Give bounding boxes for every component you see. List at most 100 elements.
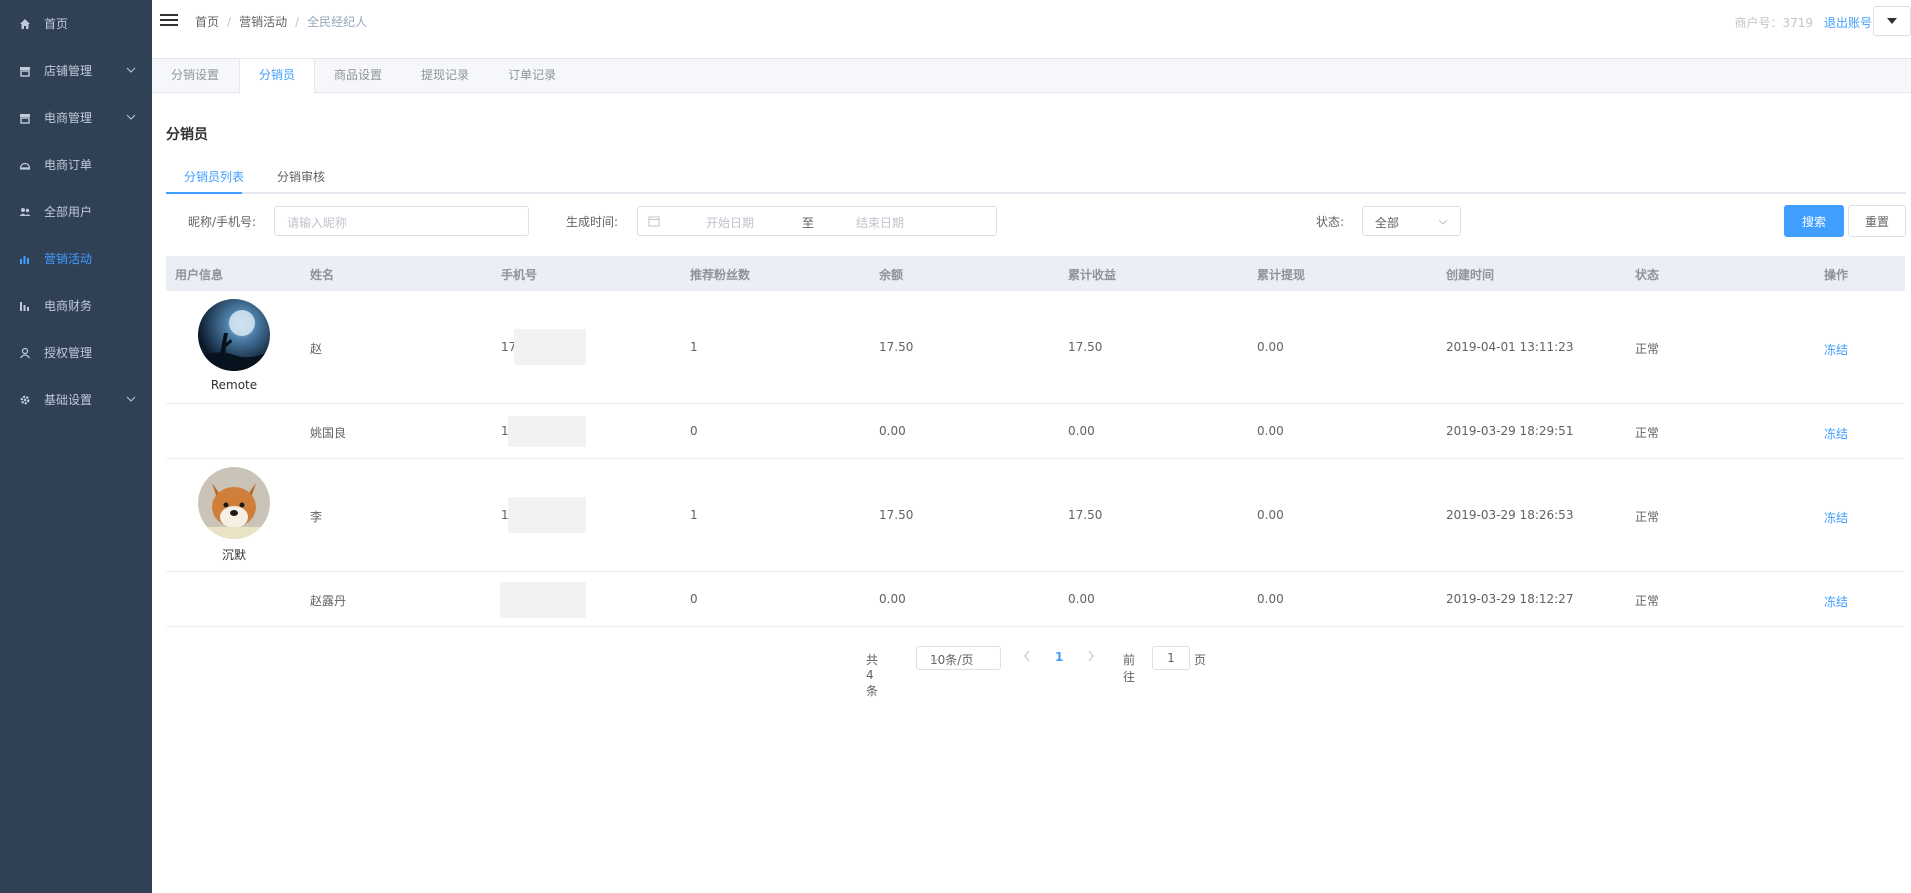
- user-name: 赵: [310, 342, 323, 356]
- goto-page-input[interactable]: 1: [1152, 646, 1190, 670]
- chevron-left-icon[interactable]: [1022, 649, 1032, 666]
- sidebar-item-finance[interactable]: 电商财务: [0, 282, 152, 329]
- search-button[interactable]: 搜索: [1784, 205, 1844, 237]
- store-icon: [18, 111, 32, 125]
- user-nickname: 沉默: [221, 548, 246, 562]
- user-name: 赵露丹: [310, 594, 347, 608]
- breadcrumb-current: 全民经纪人: [307, 15, 368, 29]
- total-withdrawn: 0.00: [1257, 424, 1284, 438]
- start-date-placeholder: 开始日期: [706, 216, 755, 230]
- logout-link[interactable]: 退出账号: [1824, 14, 1872, 31]
- tab-distributor-review[interactable]: 分销审核: [277, 168, 325, 185]
- freeze-link[interactable]: 冻结: [1824, 593, 1848, 610]
- freeze-link[interactable]: 冻结: [1824, 509, 1848, 526]
- sub-tabs: 分销员列表 分销审核: [166, 163, 1906, 194]
- balance: 0.00: [879, 592, 906, 606]
- pagination-total: 共 4 条: [866, 653, 879, 698]
- balance: 17.50: [879, 508, 914, 522]
- sidebar-item-label: 营销活动: [44, 252, 93, 266]
- sidebar-item-store[interactable]: 店铺管理: [0, 47, 152, 94]
- status-text: 正常: [1635, 594, 1660, 608]
- column-header: 余额: [879, 268, 904, 282]
- sidebar-item-settings[interactable]: 基础设置: [0, 376, 152, 423]
- sidebar-item-label: 首页: [44, 17, 69, 31]
- sidebar-item-ecommerce[interactable]: 电商管理: [0, 94, 152, 141]
- status-label: 状态:: [1316, 215, 1345, 229]
- reset-button[interactable]: 重置: [1848, 205, 1906, 237]
- merchant-id: 商户号：3719: [1734, 16, 1813, 30]
- breadcrumb-marketing[interactable]: 营销活动: [239, 13, 287, 30]
- sidebar-item-home[interactable]: 首页: [0, 0, 152, 47]
- sidebar-item-marketing[interactable]: 营销活动: [0, 235, 152, 282]
- sidebar-item-auth[interactable]: 授权管理: [0, 329, 152, 376]
- finance-icon: [18, 299, 32, 313]
- sidebar-item-label: 电商订单: [44, 158, 93, 172]
- blurred-phone: [500, 582, 586, 618]
- table-row: Remote 赵 17 1 17.50 17.50 0.00 2019-04-0…: [166, 291, 1905, 404]
- freeze-link[interactable]: 冻结: [1824, 425, 1848, 442]
- sidebar: 首页 店铺管理 电商管理 电商订单 全部用户 营销活动 电商财务 授权管理 基础…: [0, 0, 152, 893]
- chevron-right-icon[interactable]: [1086, 649, 1096, 666]
- gear-icon: [18, 393, 32, 407]
- header: 首页 / 营销活动 / 全民经纪人 商户号：3719 退出账号: [152, 0, 1911, 59]
- total-withdrawn: 0.00: [1257, 592, 1284, 606]
- hamburger-icon[interactable]: [160, 12, 178, 28]
- date-range-picker[interactable]: 开始日期 至 结束日期: [637, 206, 997, 236]
- tab-product-settings[interactable]: 商品设置: [315, 59, 402, 93]
- tab-order-records[interactable]: 订单记录: [489, 59, 576, 93]
- breadcrumb: 首页 / 营销活动 / 全民经纪人: [195, 13, 367, 30]
- balance: 17.50: [879, 340, 914, 354]
- nickname-input[interactable]: 请输入昵称: [274, 206, 529, 236]
- sidebar-item-users[interactable]: 全部用户: [0, 188, 152, 235]
- sidebar-item-label: 基础设置: [44, 393, 93, 407]
- range-separator: 至: [802, 216, 815, 230]
- created-time: 2019-03-29 18:26:53: [1446, 508, 1574, 522]
- blurred-phone: [514, 329, 586, 365]
- table-row: 赵露丹 0 0.00 0.00 0.00 2019-03-29 18:12:27…: [166, 572, 1905, 627]
- active-tab-indicator: [166, 192, 242, 194]
- column-header: 姓名: [310, 268, 335, 282]
- home-icon: [18, 17, 32, 31]
- sidebar-item-label: 电商管理: [44, 111, 93, 125]
- breadcrumb-home[interactable]: 首页: [195, 13, 219, 30]
- sidebar-item-label: 授权管理: [44, 346, 93, 360]
- freeze-link[interactable]: 冻结: [1824, 341, 1848, 358]
- total-income: 0.00: [1068, 592, 1095, 606]
- blurred-phone: [508, 497, 586, 533]
- column-header: 手机号: [501, 268, 538, 282]
- fans-count: 1: [690, 508, 698, 522]
- column-header: 操作: [1824, 268, 1849, 282]
- chevron-down-icon: [126, 393, 136, 407]
- total-income: 0.00: [1068, 424, 1095, 438]
- users-icon: [18, 205, 32, 219]
- goto-label: 前往: [1123, 653, 1136, 684]
- calendar-icon: [648, 215, 660, 230]
- end-date-placeholder: 结束日期: [856, 216, 905, 230]
- tab-distribution-settings[interactable]: 分销设置: [152, 59, 239, 93]
- column-header: 累计提现: [1257, 268, 1306, 282]
- page-size-select[interactable]: 10条/页: [916, 646, 1001, 670]
- fans-count: 0: [690, 592, 698, 606]
- page-number-current[interactable]: 1: [1055, 650, 1063, 664]
- sidebar-item-orders[interactable]: 电商订单: [0, 141, 152, 188]
- user-name: 姚国良: [310, 426, 347, 440]
- caret-down-icon: [1886, 14, 1898, 29]
- column-header: 累计收益: [1068, 268, 1117, 282]
- status-select-value: 全部: [1375, 216, 1400, 230]
- status-select[interactable]: 全部: [1362, 206, 1461, 236]
- total-income: 17.50: [1068, 508, 1103, 522]
- column-header: 创建时间: [1446, 268, 1495, 282]
- tab-withdraw-records[interactable]: 提现记录: [402, 59, 489, 93]
- chevron-down-icon: [126, 111, 136, 125]
- fans-count: 1: [690, 340, 698, 354]
- page-title: 分销员: [166, 127, 208, 143]
- user-name: 李: [310, 510, 323, 524]
- table-header: 用户信息 姓名 手机号 推荐粉丝数 余额 累计收益 累计提现 创建时间 状态 操…: [166, 256, 1905, 291]
- tab-distributor-list[interactable]: 分销员列表: [184, 168, 244, 185]
- account-dropdown-button[interactable]: [1873, 6, 1911, 36]
- nickname-placeholder: 请输入昵称: [287, 216, 348, 230]
- created-time: 2019-03-29 18:12:27: [1446, 592, 1574, 606]
- chevron-down-icon: [1438, 216, 1448, 230]
- tab-distributors[interactable]: 分销员: [239, 59, 316, 94]
- time-label: 生成时间:: [566, 215, 619, 229]
